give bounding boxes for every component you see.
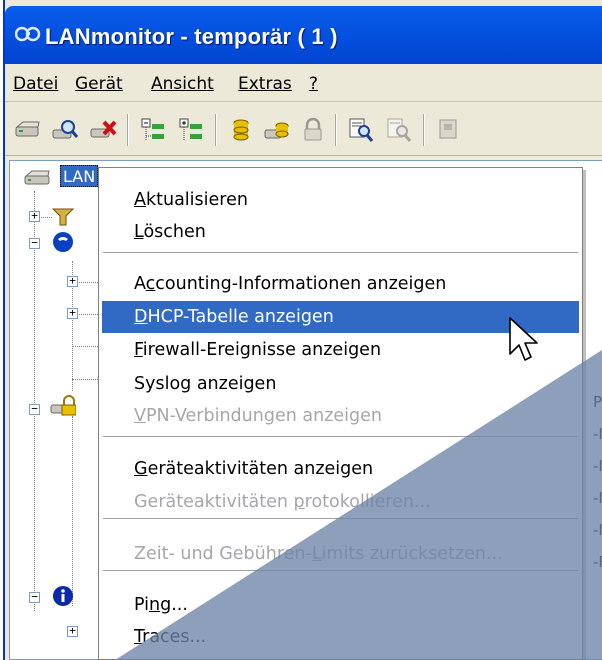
toolbar-separator — [215, 114, 217, 146]
accounting-icon[interactable] — [263, 116, 291, 144]
menu-item-label: A — [134, 274, 146, 294]
find-icon[interactable] — [347, 116, 375, 144]
menu-item-label: irewall-Ereignisse anzeigen — [142, 340, 382, 360]
expand-tree-icon[interactable] — [177, 116, 205, 144]
router-device-icon — [24, 167, 50, 189]
menu-item-label: HCP-Tabelle anzeigen — [147, 307, 334, 327]
tree-collapse-toggle[interactable]: − — [29, 403, 40, 415]
tree-collapse-toggle[interactable]: − — [29, 591, 40, 603]
column-text: P — [593, 393, 602, 411]
menu-item-label: PN-Verbindungen anzeigen — [145, 406, 382, 426]
menu-item-geraeteaktivitaeten[interactable]: Geräteaktivitäten anzeigen — [102, 453, 579, 485]
menu-item-label: imits zurücksetzen... — [321, 544, 503, 564]
menu-item-accounting[interactable]: Accounting-Informationen anzeigen — [102, 268, 579, 300]
menu-separator — [103, 570, 578, 572]
menu-item-mnemonic: L — [311, 544, 322, 564]
search-device-icon[interactable] — [51, 116, 79, 144]
collapse-tree-icon[interactable] — [139, 116, 167, 144]
toolbar-separator — [335, 114, 337, 146]
column-text: -F — [593, 553, 602, 571]
menu-item-limits-zuruecksetzen: Zeit- und Gebühren-Limits zurücksetzen..… — [102, 538, 579, 570]
menu-datei[interactable]: Datei — [13, 74, 58, 94]
toolbar-separator — [423, 114, 425, 146]
menu-separator — [103, 436, 578, 438]
tree-connector-line — [34, 191, 35, 611]
column-text: -I — [593, 425, 602, 443]
menu-separator — [103, 252, 578, 254]
toolbar — [5, 104, 602, 156]
vpn-lock-icon — [50, 395, 77, 417]
menu-item-label: ktualisieren — [145, 190, 248, 210]
menu-item-mnemonic: T — [134, 627, 143, 647]
menu-item-ping[interactable]: Ping... — [102, 589, 579, 621]
menu-item-syslog[interactable]: Syslog anzeigen — [102, 368, 579, 400]
menu-item-label: Syslog anzeigen — [134, 374, 277, 394]
tree-connector-line — [72, 416, 73, 606]
tree-expand-toggle[interactable]: + — [67, 275, 78, 287]
tree-expand-toggle[interactable]: + — [67, 307, 78, 319]
menu-item-mnemonic: D — [134, 307, 148, 327]
menu-item-mnemonic: c — [145, 274, 156, 294]
tree-expand-toggle[interactable]: + — [67, 625, 78, 637]
lanmonitor-app-icon — [14, 25, 41, 47]
menu-item-label: eräteaktivitäten anzeigen — [147, 459, 374, 479]
delete-device-icon[interactable] — [89, 116, 117, 144]
find-next-icon[interactable] — [385, 116, 413, 144]
menu-item-label: öschen — [143, 222, 206, 242]
toolbar-separator — [127, 114, 129, 146]
menu-separator — [103, 518, 578, 520]
menu-item-mnemonic: F — [134, 340, 143, 360]
menu-item-label: g... — [160, 595, 188, 615]
window-title: LANmonitor - temporär ( 1 ) — [45, 24, 338, 49]
menu-item-mnemonic: A — [134, 190, 146, 210]
menu-item-label: races... — [142, 627, 207, 647]
column-text: -I — [593, 457, 602, 475]
menu-item-mnemonic: V — [134, 406, 146, 426]
menu-ansicht[interactable]: Ansicht — [151, 74, 214, 94]
menu-item-vpn-verbindungen: VPN-Verbindungen anzeigen — [102, 400, 579, 432]
database-icon[interactable] — [227, 116, 255, 144]
menu-item-mnemonic: G — [134, 459, 148, 479]
tree-expand-toggle[interactable]: + — [29, 210, 40, 222]
menu-item-label: Geräteaktivitäten — [134, 492, 294, 512]
refresh-device-icon[interactable] — [13, 116, 41, 144]
context-menu: Aktualisieren Löschen Accounting-Informati… — [98, 167, 583, 660]
column-text: -I — [593, 521, 602, 539]
menu-item-label: counting-Informationen anzeigen — [155, 274, 447, 294]
tree-root-label[interactable]: LAN — [60, 165, 99, 187]
settings-icon[interactable] — [435, 116, 463, 144]
menu-item-mnemonic: n — [149, 595, 161, 615]
menu-extras[interactable]: Extras — [238, 74, 292, 94]
menu-item-label: Pi — [134, 595, 150, 615]
menu-item-aktualisieren[interactable]: Aktualisieren — [102, 184, 579, 216]
network-port-icon — [50, 205, 76, 227]
menu-item-geraeteaktivitaeten-protokollieren: Geräteaktivitäten protokollieren... — [102, 486, 579, 518]
menu-geraet[interactable]: Gerät — [75, 74, 123, 94]
info-icon — [50, 585, 76, 607]
menu-item-label: rotokollieren... — [304, 492, 431, 512]
menu-item-loeschen[interactable]: Löschen — [102, 216, 579, 248]
lock-icon[interactable] — [299, 116, 327, 144]
menu-item-traces[interactable]: Traces... — [102, 621, 579, 653]
menu-item-label: Zeit- und Gebühren- — [134, 544, 312, 564]
mouse-cursor-icon — [508, 316, 542, 366]
menu-item-mnemonic: p — [293, 492, 305, 512]
title-bar[interactable]: LANmonitor - temporär ( 1 ) — [5, 6, 602, 64]
column-text: -I — [593, 489, 602, 507]
tree-collapse-toggle[interactable]: − — [29, 237, 40, 249]
menu-help[interactable]: ? — [309, 74, 318, 94]
menu-bar: Datei Gerät Ansicht Extras ? — [5, 66, 602, 102]
phone-connection-icon — [50, 231, 76, 253]
